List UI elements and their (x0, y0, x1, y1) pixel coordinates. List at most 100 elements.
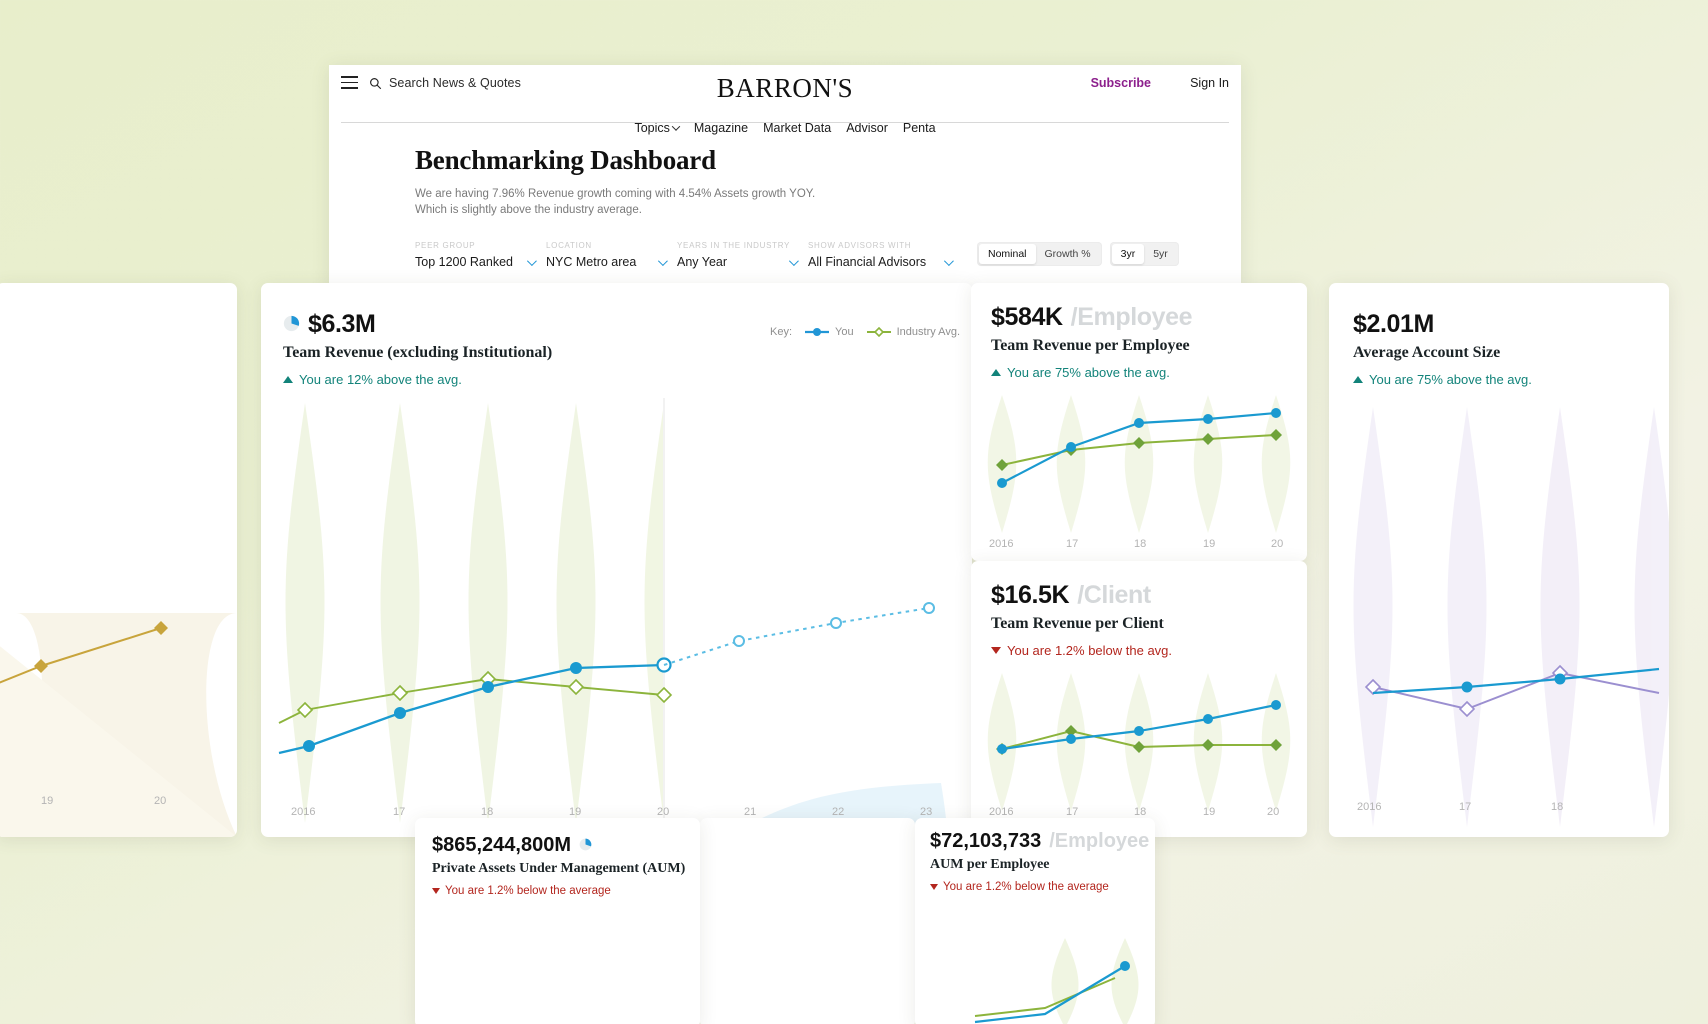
signin-link[interactable]: Sign In (1190, 76, 1229, 90)
chevron-down-icon (657, 255, 668, 266)
nav-label: Topics (634, 121, 670, 135)
filter-label: YEARS IN THE INDUSTRY (677, 241, 791, 250)
main-chart-plot (278, 398, 948, 837)
nav-divider (341, 122, 1229, 123)
page-subtitle: We are having 7.96% Revenue growth comin… (415, 187, 835, 218)
card-partial-bottom-middle[interactable] (700, 818, 915, 1024)
metric-delta-text: You are 75% above the avg. (1369, 372, 1532, 387)
metric-title: Team Revenue per Client (991, 615, 1164, 632)
metric-delta: You are 75% above the avg. (991, 365, 1307, 380)
triangle-down-icon (432, 888, 440, 894)
x-axis-label: 2016 (989, 806, 1014, 818)
filter-years-in-industry[interactable]: YEARS IN THE INDUSTRY Any Year (677, 241, 808, 269)
x-axis-label: 19 (1203, 806, 1216, 818)
toggle-5yr[interactable]: 5yr (1144, 244, 1177, 264)
card-header: $2.01M Average Account Size You are 75% … (1329, 283, 1669, 387)
card-team-revenue[interactable]: $6.3M Team Revenue (excluding Institutio… (261, 283, 972, 837)
nav-item-penta[interactable]: Penta (903, 121, 936, 135)
view-toggles: Nominal Growth % 3yr 5yr (977, 242, 1179, 266)
metric-value-row: $584K /Employee (991, 303, 1307, 332)
left-edge-chart (0, 613, 237, 837)
filter-value: NYC Metro area (546, 255, 637, 269)
chevron-down-icon (943, 255, 954, 266)
triangle-down-icon (991, 647, 1001, 654)
period-toggle-group: 3yr 5yr (1109, 242, 1179, 266)
metric-title: Average Account Size (1353, 344, 1501, 361)
triangle-up-icon (991, 369, 1001, 376)
card-aum[interactable]: $865,244,800M Private Assets Under Manag… (415, 818, 700, 1024)
x-axis-label: 17 (1459, 801, 1472, 813)
page-title: Benchmarking Dashboard (415, 145, 716, 175)
metric-value-row: $72,103,733 /Employee (930, 830, 1155, 853)
card-revenue-per-client[interactable]: $16.5K /Client Team Revenue per Client Y… (971, 561, 1307, 837)
x-axis-label: 18 (1134, 538, 1147, 550)
triangle-up-icon (1353, 376, 1363, 383)
nav-item-magazine[interactable]: Magazine (694, 121, 748, 135)
metric-unit: /Employee (1070, 303, 1193, 331)
card-header: $584K /Employee Team Revenue per Employe… (971, 283, 1307, 380)
metric-value: $2.01M (1353, 310, 1434, 338)
x-axis-label: 20 (657, 806, 670, 818)
metric-value-row: $16.5K /Client (991, 581, 1307, 610)
x-axis-label: 18 (481, 806, 494, 818)
site-topbar: Search News & Quotes BARRON'S Subscribe … (329, 65, 1241, 121)
metric-title: AUM per Employee (930, 857, 1050, 872)
filter-location[interactable]: LOCATION NYC Metro area (546, 241, 677, 269)
metric-value-row: $2.01M (1353, 310, 1669, 339)
card-average-account-size[interactable]: $2.01M Average Account Size You are 75% … (1329, 283, 1669, 837)
x-axis-label: 17 (1066, 538, 1079, 550)
x-axis-label: 20 (154, 795, 167, 807)
toggle-growth-pct[interactable]: Growth % (1036, 244, 1100, 264)
card-partial-left[interactable]: 19 20 (0, 283, 237, 837)
series-industry-avg (278, 678, 665, 724)
metric-value: $865,244,800M (432, 834, 572, 856)
card-revenue-per-employee[interactable]: $584K /Employee Team Revenue per Employe… (971, 283, 1307, 561)
metric-delta-text: You are 75% above the avg. (1007, 365, 1170, 380)
nav-item-market-data[interactable]: Market Data (763, 121, 831, 135)
metric-value: $584K (991, 303, 1063, 331)
triangle-down-icon (930, 884, 938, 890)
metric-delta-text: You are 1.2% below the average (445, 885, 611, 897)
nav-item-advisor[interactable]: Advisor (846, 121, 888, 135)
x-axis-label: 17 (1066, 806, 1079, 818)
x-axis-label: 18 (1551, 801, 1564, 813)
subscribe-link[interactable]: Subscribe (1091, 76, 1151, 90)
aum-per-employee-chart (974, 938, 1139, 1024)
x-axis-label: 17 (393, 806, 406, 818)
toggle-3yr[interactable]: 3yr (1111, 244, 1145, 264)
subtitle-line-2: Which is slightly above the industry ave… (415, 203, 642, 216)
chevron-down-icon (788, 255, 799, 266)
barrons-site-window: Search News & Quotes BARRON'S Subscribe … (329, 65, 1241, 290)
metric-delta-text: You are 1.2% below the average (943, 881, 1109, 893)
mode-toggle-group: Nominal Growth % (977, 242, 1102, 266)
filter-label: PEER GROUP (415, 241, 476, 250)
pie-chart-icon (579, 838, 592, 851)
x-axis-label: 19 (569, 806, 582, 818)
x-axis-label: 22 (832, 806, 845, 818)
x-axis-label: 19 (1203, 538, 1216, 550)
x-axis-label: 19 (41, 795, 54, 807)
metric-title: Private Assets Under Management (AUM) (432, 861, 686, 876)
avg-account-size-chart (1353, 407, 1669, 827)
metric-delta: You are 1.2% below the average (432, 885, 700, 897)
rev-per-employee-chart (987, 395, 1291, 533)
metric-unit: /Client (1077, 581, 1151, 609)
filter-show-advisors-with[interactable]: SHOW ADVISORS WITH All Financial Advisor… (808, 241, 963, 269)
x-axis-label: 21 (744, 806, 757, 818)
card-header: $72,103,733 /Employee AUM per Employee Y… (915, 818, 1155, 893)
x-axis-label: 20 (1271, 538, 1284, 550)
card-aum-per-employee[interactable]: $72,103,733 /Employee AUM per Employee Y… (915, 818, 1155, 1024)
filter-bar: PEER GROUP Top 1200 Ranked LOCATION NYC … (415, 241, 963, 269)
chevron-down-icon (671, 122, 681, 131)
metric-title: Team Revenue per Employee (991, 337, 1190, 354)
nav-item-topics[interactable]: Topics (634, 121, 681, 135)
filter-value: Top 1200 Ranked (415, 255, 513, 269)
chevron-down-icon (526, 255, 537, 266)
card-header: $16.5K /Client Team Revenue per Client Y… (971, 561, 1307, 658)
metric-value: $16.5K (991, 581, 1070, 609)
filter-value: Any Year (677, 255, 728, 269)
filter-peer-group[interactable]: PEER GROUP Top 1200 Ranked (415, 241, 546, 269)
metric-unit: /Employee (1049, 830, 1150, 852)
toggle-nominal[interactable]: Nominal (979, 244, 1036, 264)
x-axis-label: 23 (920, 806, 933, 818)
